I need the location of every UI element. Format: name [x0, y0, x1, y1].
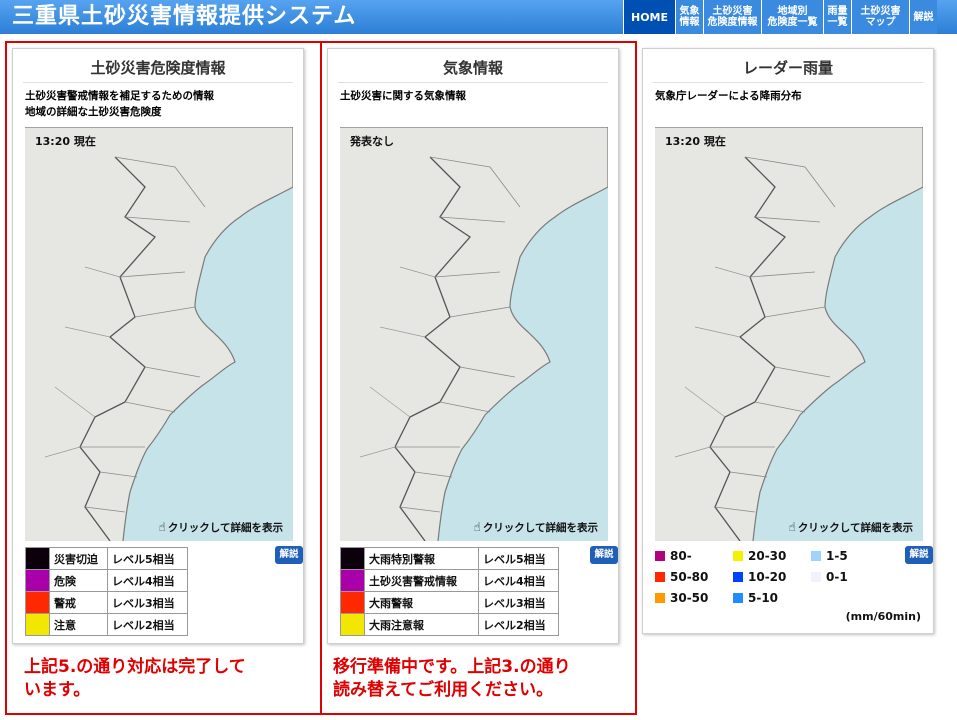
legend-label: 50-80	[670, 570, 709, 584]
radar-legend-item: 20-30	[733, 549, 786, 563]
legend-swatch	[733, 593, 743, 603]
nav-area-risk-list[interactable]: 地域別 危険度一覧	[761, 0, 823, 34]
notice-frame-right	[320, 41, 637, 715]
nav-risk-info[interactable]: 土砂災害 危険度情報	[703, 0, 761, 34]
legend-swatch	[733, 551, 743, 561]
legend-swatch	[655, 593, 665, 603]
nav-home[interactable]: HOME	[623, 0, 675, 34]
radar-legend-item: 10-20	[733, 570, 786, 584]
legend-label: 80-	[670, 549, 692, 563]
radar-legend-item: 50-80	[655, 570, 708, 584]
legend-swatch	[655, 551, 665, 561]
radar-help-button[interactable]: 解説	[905, 546, 933, 564]
legend-swatch	[655, 572, 665, 582]
legend-label: 10-20	[748, 570, 787, 584]
legend-swatch	[811, 551, 821, 561]
nav-sediment-map[interactable]: 土砂災害 マップ	[851, 0, 909, 34]
radar-panel-title: レーダー雨量	[653, 57, 923, 83]
nav-weather[interactable]: 気象 情報	[675, 0, 703, 34]
radar-unit-label: (mm/60min)	[845, 610, 921, 623]
legend-label: 5-10	[748, 591, 779, 605]
detail-link-label: クリックして詳細を表示	[797, 522, 913, 534]
radar-legend-item: 30-50	[655, 591, 708, 605]
app-title: 三重県土砂災害情報提供システム	[12, 4, 357, 29]
radar-rain-panel: レーダー雨量 気象庁レーダーによる降雨分布 13:20 現在 ☝ クリックして詳細…	[642, 48, 934, 634]
radar-map-timestamp: 13:20 現在	[665, 135, 726, 148]
radar-map-detail-link[interactable]: ☝ クリックして詳細を表示	[789, 520, 914, 535]
nav-explanation[interactable]: 解説	[909, 0, 937, 34]
mie-map-image	[655, 127, 923, 541]
radar-legend-item: 1-5	[811, 549, 848, 563]
notice-frame-left	[5, 41, 322, 715]
radar-legend-item: 5-10	[733, 591, 778, 605]
radar-desc-line-1: 気象庁レーダーによる降雨分布	[655, 90, 802, 102]
legend-swatch	[811, 572, 821, 582]
pointer-hand-icon: ☝	[788, 520, 796, 534]
radar-legend-item: 0-1	[811, 570, 848, 584]
top-nav: HOME 気象 情報 土砂災害 危険度情報 地域別 危険度一覧 雨量 一覧 土砂…	[623, 0, 937, 34]
notice-right-text: 移行準備中です。上記3.の通り 読み替えてご利用ください。	[333, 657, 571, 700]
nav-rainfall-list[interactable]: 雨量 一覧	[823, 0, 851, 34]
legend-label: 20-30	[748, 549, 787, 563]
radar-map[interactable]: 13:20 現在 ☝ クリックして詳細を表示	[655, 127, 923, 541]
legend-swatch	[733, 572, 743, 582]
legend-label: 0-1	[826, 570, 848, 584]
notice-left-text: 上記5.の通り対応は完了して います。	[24, 657, 246, 700]
radar-legend-item: 80-	[655, 549, 692, 563]
app-header: 三重県土砂災害情報提供システム HOME 気象 情報 土砂災害 危険度情報 地域…	[0, 0, 957, 34]
legend-label: 30-50	[670, 591, 709, 605]
legend-label: 1-5	[826, 549, 848, 563]
radar-panel-description: 気象庁レーダーによる降雨分布	[655, 88, 923, 122]
